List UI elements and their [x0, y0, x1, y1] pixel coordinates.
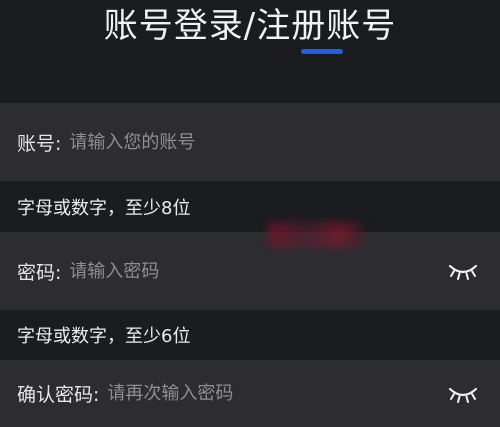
account-hint-row: 字母或数字，至少8位 [0, 181, 500, 232]
confirm-password-row: 确认密码: [0, 360, 500, 427]
account-input[interactable] [61, 122, 500, 162]
password-row: 密码: [0, 232, 500, 310]
title-underline [301, 49, 343, 54]
password-hint: 字母或数字，至少6位 [17, 326, 191, 347]
password-input[interactable] [61, 251, 500, 291]
confirm-password-input[interactable] [99, 373, 500, 414]
redaction-blur [268, 222, 364, 248]
account-row: 账号: [0, 103, 500, 181]
register-page: 账号登录/注册账号 账号: 字母或数字，至少8位 密码: 字母或数字，至少6位 … [0, 0, 500, 427]
account-label: 账号: [17, 132, 62, 155]
password-hint-row: 字母或数字，至少6位 [0, 310, 500, 360]
eye-closed-icon[interactable] [448, 262, 478, 280]
eye-closed-icon[interactable] [448, 385, 478, 403]
confirm-password-label: 确认密码: [17, 384, 100, 406]
header: 账号登录/注册账号 [0, 0, 500, 103]
account-hint: 字母或数字，至少8位 [17, 197, 191, 219]
page-title: 账号登录/注册账号 [103, 6, 397, 46]
password-label: 密码: [17, 261, 62, 284]
